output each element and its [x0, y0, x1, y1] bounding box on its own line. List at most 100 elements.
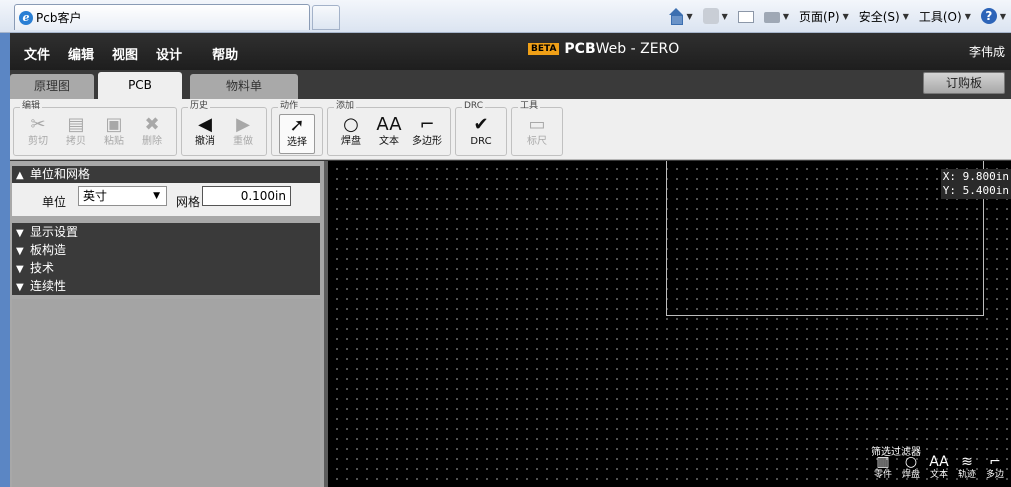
- browser-chrome: e Pcb客户 ▼ ▼ ▼ 页面(P) ▼ 安全(S) ▼ 工具(O) ▼ ? ▼: [0, 0, 1011, 33]
- filter-text[interactable]: AA 文本: [925, 454, 953, 481]
- drc-button[interactable]: ✔ DRC: [463, 114, 499, 154]
- ruler-label: 标尺: [527, 136, 547, 147]
- group-title-history: 历史: [188, 100, 211, 112]
- x-coordinate: X: 9.800in: [942, 170, 1009, 183]
- app-window: 文件 编辑 视图 设计 帮助 BETA PCB Web - ZERO 李伟成 原…: [0, 33, 1011, 487]
- toolbar: 编辑 ✂ 剪切 ▤ 拷贝 ▣ 粘贴 ✖ 删除 历史 ◀ 撤消 ▶ 重做 动作 ➚…: [10, 99, 1011, 160]
- filter-polygons-label: 多边: [985, 470, 1004, 480]
- selection-filter: 筛选过滤器 ▥ 零件 ○ 焊盘 AA 文本 ≋ 轨迹 ⌐ 多边: [861, 437, 1011, 487]
- unit-select[interactable]: 英寸 ▼: [78, 186, 167, 206]
- filter-components[interactable]: ▥ 零件: [869, 454, 897, 481]
- menu-view[interactable]: 视图: [112, 44, 138, 63]
- paste-button[interactable]: ▣ 粘贴: [96, 114, 132, 154]
- copy-label: 拷贝: [66, 136, 86, 147]
- display-settings-section-header[interactable]: ▼ 显示设置: [12, 223, 320, 241]
- select-cursor-icon: ➚: [289, 115, 305, 136]
- units-grid-section-header[interactable]: ▲ 单位和网格: [12, 166, 320, 183]
- pcb-canvas[interactable]: X: 9.800in Y: 5.400in 筛选过滤器 ▥ 零件 ○ 焊盘 AA 文本…: [328, 161, 1011, 487]
- mail-button[interactable]: [733, 5, 759, 27]
- group-title-add: 添加: [334, 100, 357, 112]
- feeds-button[interactable]: ▼: [698, 5, 733, 27]
- order-board-button[interactable]: 订购板: [923, 72, 1005, 94]
- tab-schematic[interactable]: 原理图: [10, 74, 94, 99]
- tab-bom[interactable]: 物料单: [190, 74, 298, 99]
- pad-icon: ○: [343, 114, 359, 135]
- trace-icon: ≋: [961, 454, 973, 470]
- safety-menu[interactable]: 安全(S) ▼: [854, 5, 914, 27]
- toolbar-group-action: 动作 ➚ 选择: [271, 100, 323, 156]
- chevron-down-icon: ▼: [964, 11, 971, 21]
- chevron-down-icon: ▼: [842, 11, 849, 21]
- technology-section-header[interactable]: ▼ 技术: [12, 259, 320, 277]
- copy-icon: ▤: [67, 114, 85, 135]
- browser-tab[interactable]: e Pcb客户: [14, 4, 310, 30]
- brand-pcb: PCB: [564, 41, 596, 57]
- polygon-icon: ⌐: [419, 114, 435, 135]
- chevron-down-icon: ▼: [721, 11, 728, 21]
- undo-button[interactable]: ◀ 撤消: [187, 114, 223, 154]
- chevron-down-icon: ▼: [782, 11, 789, 21]
- menu-file[interactable]: 文件: [24, 44, 50, 63]
- undo-icon: ◀: [198, 114, 212, 135]
- redo-label: 重做: [233, 136, 253, 147]
- help-button[interactable]: ? ▼: [976, 5, 1011, 27]
- editor-tabs: 原理图 PCB 物料单 订购板: [10, 70, 1011, 99]
- new-tab-button[interactable]: [312, 5, 340, 30]
- select-tool-button[interactable]: ➚ 选择: [279, 114, 315, 154]
- redo-button[interactable]: ▶ 重做: [225, 114, 261, 154]
- filter-traces[interactable]: ≋ 轨迹: [953, 454, 981, 481]
- safety-menu-label: 安全(S): [858, 9, 900, 24]
- delete-button[interactable]: ✖ 删除: [134, 114, 170, 154]
- menu-edit[interactable]: 编辑: [68, 44, 94, 63]
- print-icon: [763, 12, 780, 23]
- ruler-button[interactable]: ▭ 标尺: [519, 114, 555, 154]
- filter-pads[interactable]: ○ 焊盘: [897, 454, 925, 481]
- board-structure-section-header[interactable]: ▼ 板构造: [12, 241, 320, 259]
- add-pad-button[interactable]: ○ 焊盘: [333, 114, 369, 154]
- cut-button[interactable]: ✂ 剪切: [20, 114, 56, 154]
- toolbar-group-tools: 工具 ▭ 标尺: [511, 100, 563, 156]
- chevron-down-icon: ▼: [16, 282, 24, 293]
- home-button[interactable]: ▼: [663, 5, 698, 27]
- pad-label: 焊盘: [341, 136, 361, 147]
- units-grid-section-title: 单位和网格: [30, 167, 91, 181]
- group-title-edit: 编辑: [20, 100, 43, 112]
- tab-pcb[interactable]: PCB: [98, 72, 182, 99]
- menu-help[interactable]: 帮助: [212, 44, 238, 63]
- add-polygon-button[interactable]: ⌐ 多边形: [409, 114, 445, 154]
- group-title-drc: DRC: [462, 100, 486, 112]
- text-label: 文本: [379, 136, 399, 147]
- menu-design[interactable]: 设计: [156, 44, 182, 63]
- copy-button[interactable]: ▤ 拷贝: [58, 114, 94, 154]
- drc-check-icon: ✔: [473, 114, 489, 135]
- polygon-icon: ⌐: [989, 454, 1001, 470]
- filter-text-label: 文本: [929, 470, 948, 480]
- drc-label: DRC: [470, 136, 492, 147]
- app-brand: BETA PCB Web - ZERO: [528, 41, 679, 57]
- chevron-down-icon: ▼: [999, 11, 1006, 21]
- connectivity-section-header[interactable]: ▼ 连续性: [12, 277, 320, 295]
- brand-rest: Web - ZERO: [595, 41, 680, 57]
- panel-empty-area: [12, 299, 320, 487]
- page-menu[interactable]: 页面(P) ▼: [794, 5, 854, 27]
- paste-icon: ▣: [105, 114, 123, 135]
- beta-badge: BETA: [528, 43, 560, 55]
- select-label: 选择: [287, 137, 307, 148]
- chevron-up-icon: ▲: [16, 170, 24, 181]
- browser-tab-title: Pcb客户: [36, 11, 82, 25]
- mail-icon: [737, 11, 754, 23]
- filter-pads-label: 焊盘: [901, 470, 920, 480]
- group-title-tools: 工具: [518, 100, 541, 112]
- filter-components-label: 零件: [873, 470, 892, 480]
- unit-label: 单位: [42, 195, 67, 209]
- print-button[interactable]: ▼: [759, 5, 794, 27]
- user-name[interactable]: 李伟成: [969, 43, 1005, 60]
- grid-label: 网格: [176, 195, 201, 209]
- grid-size-input[interactable]: 0.100in: [202, 186, 291, 206]
- group-title-action: 动作: [278, 100, 301, 112]
- technology-title: 技术: [30, 261, 55, 275]
- tools-menu[interactable]: 工具(O) ▼: [914, 5, 976, 27]
- filter-polygons[interactable]: ⌐ 多边: [981, 454, 1009, 481]
- page-menu-label: 页面(P): [798, 9, 840, 24]
- add-text-button[interactable]: AA 文本: [371, 114, 407, 154]
